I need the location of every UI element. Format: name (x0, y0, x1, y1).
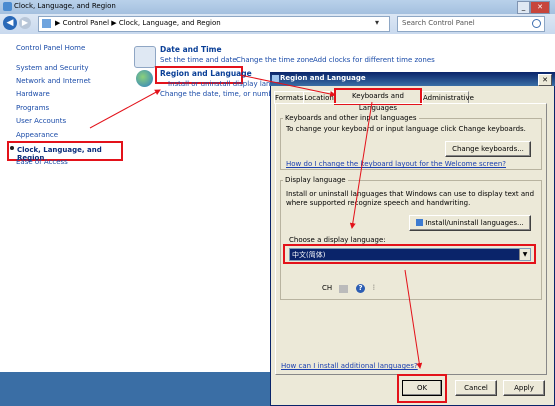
arrow-region-to-tab (239, 74, 336, 97)
arrow-select-to-ok (404, 269, 423, 369)
annotation-arrows (89, 74, 423, 369)
arrow-nav-to-region (89, 89, 161, 129)
arrow-tab-to-select (349, 101, 373, 229)
